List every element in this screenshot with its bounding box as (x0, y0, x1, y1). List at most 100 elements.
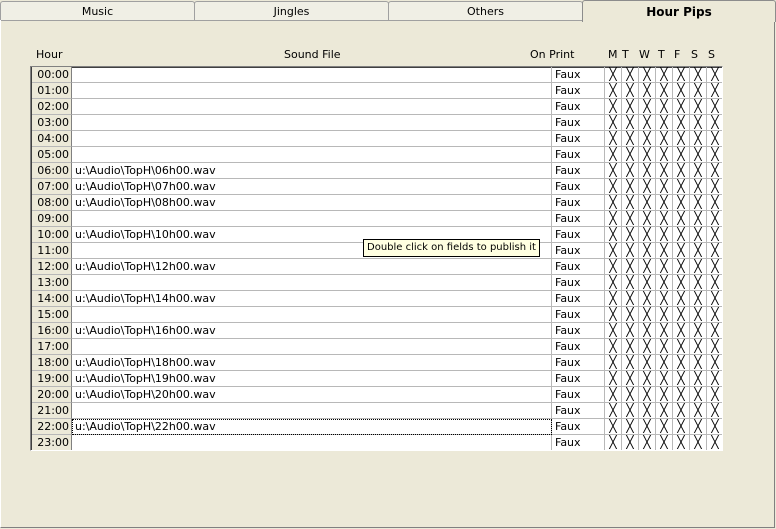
on-print-cell[interactable]: Faux (552, 339, 605, 355)
day-cell-tue[interactable]: ╳ (622, 179, 639, 195)
on-print-cell[interactable]: Faux (552, 147, 605, 163)
day-cell-mon[interactable]: ╳ (605, 275, 622, 291)
table-row[interactable]: 18:00 u:\Audio\TopH\18h00.wav Faux ╳ ╳ ╳ ╳ ╳ ╳ ╳ (32, 355, 722, 371)
sound-file-cell[interactable]: u:\Audio\TopH\16h00.wav (72, 323, 552, 339)
day-cell-thu[interactable]: ╳ (656, 275, 673, 291)
sound-file-cell[interactable]: u:\Audio\TopH\22h00.wav (72, 419, 552, 435)
day-cell-wed[interactable]: ╳ (639, 99, 656, 115)
table-row[interactable]: 20:00 u:\Audio\TopH\20h00.wav Faux ╳ ╳ ╳ ╳ ╳ ╳ ╳ (32, 387, 722, 403)
day-cell-sat[interactable]: ╳ (690, 67, 707, 83)
table-row[interactable]: 15:00 Faux ╳ ╳ ╳ ╳ ╳ ╳ ╳ (32, 307, 722, 323)
day-cell-sun[interactable]: ╳ (707, 131, 722, 147)
day-cell-sat[interactable]: ╳ (690, 115, 707, 131)
day-cell-fri[interactable]: ╳ (673, 131, 690, 147)
day-cell-thu[interactable]: ╳ (656, 227, 673, 243)
on-print-cell[interactable]: Faux (552, 307, 605, 323)
day-cell-wed[interactable]: ╳ (639, 115, 656, 131)
day-cell-wed[interactable]: ╳ (639, 179, 656, 195)
day-cell-tue[interactable]: ╳ (622, 83, 639, 99)
day-cell-mon[interactable]: ╳ (605, 211, 622, 227)
day-cell-tue[interactable]: ╳ (622, 227, 639, 243)
table-row[interactable]: 07:00 u:\Audio\TopH\07h00.wav Faux ╳ ╳ ╳ ╳ ╳ ╳ ╳ (32, 179, 722, 195)
day-cell-fri[interactable]: ╳ (673, 259, 690, 275)
day-cell-tue[interactable]: ╳ (622, 115, 639, 131)
on-print-cell[interactable]: Faux (552, 387, 605, 403)
sound-file-cell[interactable] (72, 307, 552, 323)
day-cell-wed[interactable]: ╳ (639, 243, 656, 259)
day-cell-sun[interactable]: ╳ (707, 275, 722, 291)
day-cell-fri[interactable]: ╳ (673, 67, 690, 83)
day-cell-wed[interactable]: ╳ (639, 131, 656, 147)
day-cell-thu[interactable]: ╳ (656, 291, 673, 307)
day-cell-tue[interactable]: ╳ (622, 387, 639, 403)
day-cell-sun[interactable]: ╳ (707, 179, 722, 195)
day-cell-tue[interactable]: ╳ (622, 67, 639, 83)
day-cell-sun[interactable]: ╳ (707, 195, 722, 211)
sound-file-cell[interactable] (72, 403, 552, 419)
table-row[interactable]: 02:00 Faux ╳ ╳ ╳ ╳ ╳ ╳ ╳ (32, 99, 722, 115)
sound-file-cell[interactable] (72, 147, 552, 163)
day-cell-tue[interactable]: ╳ (622, 211, 639, 227)
day-cell-mon[interactable]: ╳ (605, 163, 622, 179)
day-cell-sun[interactable]: ╳ (707, 371, 722, 387)
table-row[interactable]: 01:00 Faux ╳ ╳ ╳ ╳ ╳ ╳ ╳ (32, 83, 722, 99)
day-cell-thu[interactable]: ╳ (656, 243, 673, 259)
day-cell-wed[interactable]: ╳ (639, 163, 656, 179)
day-cell-wed[interactable]: ╳ (639, 371, 656, 387)
sound-file-cell[interactable]: u:\Audio\TopH\06h00.wav (72, 163, 552, 179)
day-cell-fri[interactable]: ╳ (673, 435, 690, 450)
day-cell-tue[interactable]: ╳ (622, 259, 639, 275)
day-cell-sun[interactable]: ╳ (707, 403, 722, 419)
day-cell-thu[interactable]: ╳ (656, 179, 673, 195)
day-cell-mon[interactable]: ╳ (605, 83, 622, 99)
day-cell-sun[interactable]: ╳ (707, 339, 722, 355)
day-cell-wed[interactable]: ╳ (639, 355, 656, 371)
day-cell-thu[interactable]: ╳ (656, 259, 673, 275)
day-cell-mon[interactable]: ╳ (605, 67, 622, 83)
day-cell-mon[interactable]: ╳ (605, 403, 622, 419)
day-cell-fri[interactable]: ╳ (673, 355, 690, 371)
day-cell-sun[interactable]: ╳ (707, 83, 722, 99)
day-cell-sun[interactable]: ╳ (707, 227, 722, 243)
day-cell-tue[interactable]: ╳ (622, 147, 639, 163)
day-cell-sun[interactable]: ╳ (707, 243, 722, 259)
sound-file-cell[interactable] (72, 115, 552, 131)
day-cell-fri[interactable]: ╳ (673, 387, 690, 403)
day-cell-mon[interactable]: ╳ (605, 387, 622, 403)
day-cell-sat[interactable]: ╳ (690, 339, 707, 355)
on-print-cell[interactable]: Faux (552, 211, 605, 227)
day-cell-sat[interactable]: ╳ (690, 275, 707, 291)
sound-file-cell[interactable] (72, 67, 552, 83)
day-cell-sat[interactable]: ╳ (690, 403, 707, 419)
day-cell-mon[interactable]: ╳ (605, 291, 622, 307)
day-cell-wed[interactable]: ╳ (639, 339, 656, 355)
day-cell-sun[interactable]: ╳ (707, 163, 722, 179)
table-row[interactable]: 21:00 Faux ╳ ╳ ╳ ╳ ╳ ╳ ╳ (32, 403, 722, 419)
on-print-cell[interactable]: Faux (552, 403, 605, 419)
day-cell-thu[interactable]: ╳ (656, 195, 673, 211)
day-cell-thu[interactable]: ╳ (656, 323, 673, 339)
day-cell-mon[interactable]: ╳ (605, 227, 622, 243)
day-cell-fri[interactable]: ╳ (673, 275, 690, 291)
on-print-cell[interactable]: Faux (552, 67, 605, 83)
day-cell-sat[interactable]: ╳ (690, 259, 707, 275)
day-cell-wed[interactable]: ╳ (639, 195, 656, 211)
day-cell-tue[interactable]: ╳ (622, 307, 639, 323)
day-cell-tue[interactable]: ╳ (622, 419, 639, 435)
table-row[interactable]: 03:00 Faux ╳ ╳ ╳ ╳ ╳ ╳ ╳ (32, 115, 722, 131)
sound-file-cell[interactable] (72, 435, 552, 450)
day-cell-mon[interactable]: ╳ (605, 99, 622, 115)
day-cell-mon[interactable]: ╳ (605, 131, 622, 147)
day-cell-thu[interactable]: ╳ (656, 147, 673, 163)
day-cell-thu[interactable]: ╳ (656, 307, 673, 323)
day-cell-tue[interactable]: ╳ (622, 195, 639, 211)
day-cell-tue[interactable]: ╳ (622, 339, 639, 355)
on-print-cell[interactable]: Faux (552, 323, 605, 339)
day-cell-sat[interactable]: ╳ (690, 179, 707, 195)
day-cell-sat[interactable]: ╳ (690, 147, 707, 163)
table-row[interactable]: 06:00 u:\Audio\TopH\06h00.wav Faux ╳ ╳ ╳ ╳ ╳ ╳ ╳ (32, 163, 722, 179)
tab-jingles[interactable]: Jingles (194, 1, 389, 20)
on-print-cell[interactable]: Faux (552, 131, 605, 147)
on-print-cell[interactable]: Faux (552, 259, 605, 275)
on-print-cell[interactable]: Faux (552, 179, 605, 195)
